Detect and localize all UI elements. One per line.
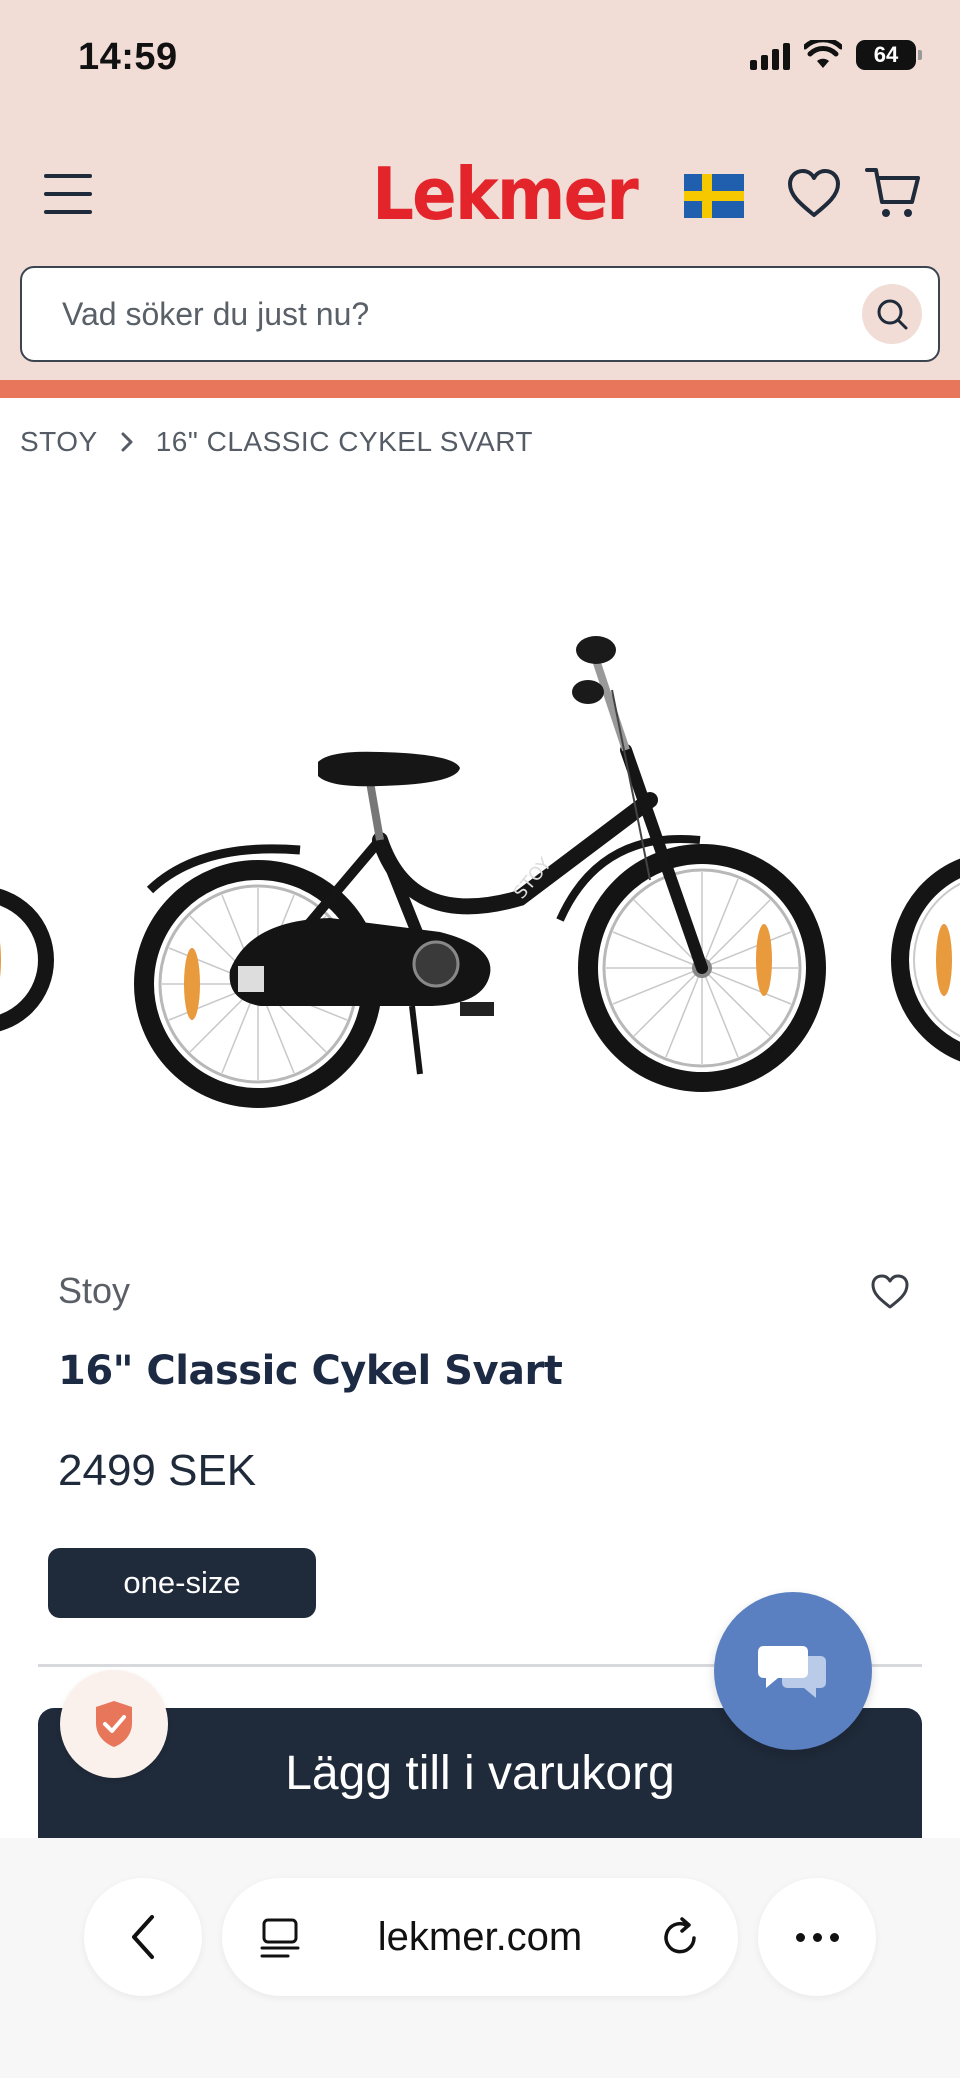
- chat-button[interactable]: [714, 1592, 872, 1750]
- chevron-right-icon: [121, 432, 133, 452]
- more-options-button[interactable]: [758, 1878, 876, 1996]
- product-image-gallery[interactable]: STOY: [0, 500, 960, 1200]
- cellular-signal-icon: [750, 40, 790, 70]
- search-input[interactable]: [62, 268, 842, 360]
- heart-icon[interactable]: [786, 166, 842, 222]
- product-image: STOY: [0, 636, 960, 1108]
- more-icon-dot: [812, 1932, 822, 1942]
- reload-icon[interactable]: [658, 1916, 702, 1960]
- chat-icon: [758, 1646, 826, 1698]
- menu-button[interactable]: [44, 174, 92, 214]
- status-icons: 64: [750, 40, 922, 70]
- trust-badge[interactable]: [60, 1670, 168, 1778]
- search-button[interactable]: [862, 284, 922, 344]
- more-icon-dot: [795, 1932, 805, 1942]
- cart-icon[interactable]: [864, 164, 922, 222]
- product-title: 16" Classic Cykel Svart: [58, 1348, 563, 1394]
- sweden-flag-icon[interactable]: [684, 174, 744, 218]
- status-bar: 14:59 64: [0, 0, 960, 120]
- back-button[interactable]: [84, 1878, 202, 1996]
- product-price: 2499 SEK: [58, 1446, 257, 1495]
- next-image-peek: [891, 858, 960, 1062]
- size-selector-button[interactable]: one-size: [48, 1548, 316, 1618]
- battery-icon: 64: [856, 40, 922, 70]
- address-bar[interactable]: lekmer.com: [222, 1878, 738, 1996]
- previous-image-peek: [0, 888, 54, 1032]
- back-icon: [132, 1915, 154, 1959]
- menu-icon-line: [44, 210, 92, 214]
- menu-icon-line: [44, 192, 92, 196]
- promo-banner[interactable]: [0, 380, 960, 398]
- site-header: Lekmer: [0, 130, 960, 260]
- more-icon-dot: [829, 1932, 839, 1942]
- shield-check-icon: [96, 1701, 132, 1747]
- browser-toolbar: lekmer.com: [0, 1838, 960, 2078]
- search-icon: [877, 299, 908, 330]
- menu-icon-line: [44, 174, 92, 178]
- wishlist-heart-icon[interactable]: [870, 1272, 910, 1312]
- breadcrumb-item-current: 16" CLASSIC CYKEL SVART: [155, 426, 534, 457]
- tabs-icon[interactable]: [258, 1916, 302, 1960]
- product-brand[interactable]: Stoy: [58, 1270, 130, 1312]
- breadcrumb-item-brand[interactable]: STOY: [20, 426, 98, 458]
- breadcrumb: STOY 16" CLASSIC CYKEL SVART: [20, 426, 533, 458]
- lekmer-logo[interactable]: Lekmer: [372, 152, 639, 237]
- bike-illustration: STOY: [134, 636, 826, 1108]
- top-header-area: 14:59 64 Lekmer: [0, 0, 960, 380]
- search-box: [20, 266, 940, 362]
- wifi-icon: [804, 40, 842, 68]
- status-time: 14:59: [78, 36, 178, 78]
